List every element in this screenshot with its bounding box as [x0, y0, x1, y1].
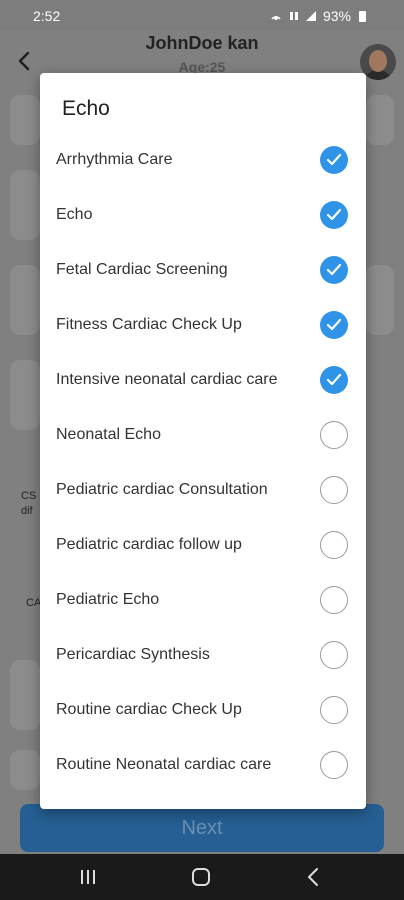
checked-checkbox[interactable]: [320, 201, 348, 229]
background-card: [10, 660, 40, 730]
checkmark-icon: [326, 318, 342, 331]
background-label: CS: [21, 490, 37, 502]
next-button[interactable]: Next: [20, 804, 384, 852]
unchecked-checkbox[interactable]: [320, 421, 348, 449]
checked-checkbox[interactable]: [320, 366, 348, 394]
home-icon[interactable]: [189, 866, 213, 888]
recents-icon[interactable]: [76, 866, 100, 888]
unchecked-checkbox[interactable]: [320, 696, 348, 724]
dialog-title: Echo: [62, 97, 110, 120]
checkmark-icon: [326, 153, 342, 166]
option-label: Routine Neonatal cardiac care: [56, 756, 272, 773]
option-row[interactable]: Neonatal Echo: [40, 408, 366, 463]
option-row[interactable]: Routine Neonatal cardiac care: [40, 738, 366, 793]
background-card: [366, 265, 394, 335]
background-card: [10, 750, 40, 790]
option-row[interactable]: Fetal Cardiac Screening: [40, 243, 366, 298]
status-time: 2:52: [33, 8, 61, 24]
option-row[interactable]: Arrhythmia Care: [40, 133, 366, 188]
checkmark-icon: [326, 373, 342, 386]
hotspot-icon: [271, 16, 281, 20]
battery-percent: 93%: [322, 8, 351, 24]
option-label: Pericardiac Synthesis: [56, 646, 210, 663]
background-card: [10, 95, 40, 145]
background-card: [10, 360, 40, 430]
option-row[interactable]: Pediatric cardiac Consultation: [40, 463, 366, 518]
checkmark-icon: [326, 263, 342, 276]
unchecked-checkbox[interactable]: [320, 641, 348, 669]
option-label: Pediatric cardiac Consultation: [56, 481, 268, 498]
background-label: CA: [26, 597, 42, 609]
unchecked-checkbox[interactable]: [320, 586, 348, 614]
option-row[interactable]: Echo: [40, 188, 366, 243]
patient-name: JohnDoe kan: [145, 33, 259, 53]
unchecked-checkbox[interactable]: [320, 531, 348, 559]
status-icons: 93%: [269, 8, 366, 24]
unchecked-checkbox[interactable]: [320, 476, 348, 504]
checked-checkbox[interactable]: [320, 256, 348, 284]
option-label: Routine cardiac Check Up: [56, 701, 242, 718]
background-card: [10, 265, 40, 335]
option-label: Neonatal Echo: [56, 426, 161, 443]
option-row[interactable]: Pericardiac Synthesis: [40, 628, 366, 683]
background-card: [366, 95, 394, 145]
checked-checkbox[interactable]: [320, 146, 348, 174]
background-label: dif: [21, 505, 33, 517]
checked-checkbox[interactable]: [320, 311, 348, 339]
option-label: Intensive neonatal cardiac care: [56, 371, 278, 388]
option-row[interactable]: Fitness Cardiac Check Up: [40, 298, 366, 353]
option-label: Echo: [56, 206, 93, 223]
option-label: Fetal Cardiac Screening: [56, 261, 228, 278]
option-row[interactable]: Pediatric Echo: [40, 573, 366, 628]
option-label: Pediatric Echo: [56, 591, 160, 608]
unchecked-checkbox[interactable]: [320, 751, 348, 779]
background-card: [10, 170, 40, 240]
nav-back-icon[interactable]: [302, 866, 326, 888]
service-selection-dialog: Echo Arrhythmia Care Echo Fetal Cardiac Sc…: [40, 73, 366, 809]
data-icon: [289, 12, 298, 20]
option-list: Arrhythmia Care Echo Fetal Cardiac Screeni…: [40, 133, 366, 793]
option-label: Fitness Cardiac Check Up: [56, 316, 242, 333]
option-row[interactable]: Intensive neonatal cardiac care: [40, 353, 366, 408]
option-label: Pediatric cardiac follow up: [56, 536, 242, 553]
avatar-face: [369, 50, 387, 72]
option-label: Arrhythmia Care: [56, 151, 173, 168]
status-bar: 2:52 93%: [0, 0, 404, 30]
option-row[interactable]: Routine cardiac Check Up: [40, 683, 366, 738]
checkmark-icon: [326, 208, 342, 221]
option-row[interactable]: Pediatric cardiac follow up: [40, 518, 366, 573]
signal-icon: [305, 11, 316, 21]
battery-icon: [359, 10, 366, 22]
navigation-bar: [0, 854, 404, 900]
